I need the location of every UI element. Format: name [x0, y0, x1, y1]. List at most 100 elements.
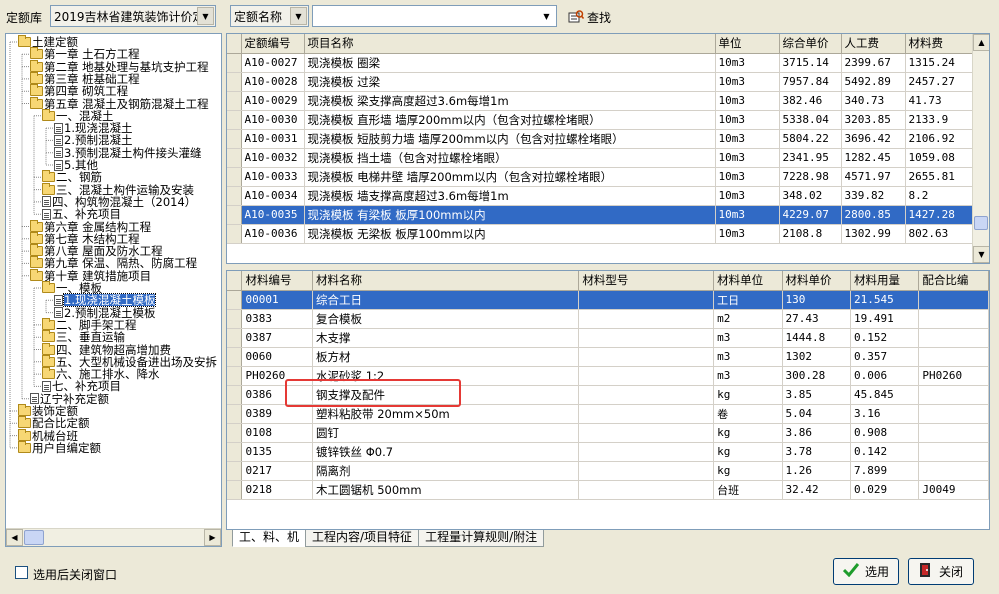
column-header[interactable]: 项目名称: [304, 34, 716, 54]
tree-node[interactable]: 2.预制混凝土: [54, 134, 132, 146]
column-header[interactable]: 配合比编: [918, 271, 989, 291]
table-cell[interactable]: 0383: [241, 309, 314, 329]
row-indicator[interactable]: [227, 91, 242, 111]
table-cell[interactable]: 10m3: [715, 91, 780, 111]
tree-node[interactable]: 机械台班: [18, 428, 78, 442]
table-row[interactable]: 0135 镀锌铁丝 Φ0.7 kg 3.78 0.142: [227, 442, 989, 462]
table-cell[interactable]: 339.82: [841, 186, 906, 206]
table-cell[interactable]: [578, 423, 715, 443]
table-cell[interactable]: 隔离剂: [312, 461, 580, 481]
table-cell[interactable]: 10m3: [715, 186, 780, 206]
table-cell[interactable]: 348.02: [779, 186, 842, 206]
table-cell[interactable]: 0217: [241, 461, 314, 481]
close-button[interactable]: 关闭: [908, 558, 974, 585]
table-cell[interactable]: 3.86: [782, 423, 851, 443]
row-indicator[interactable]: [227, 461, 243, 481]
table-cell[interactable]: 1444.8: [782, 328, 851, 348]
column-header[interactable]: 定额编号: [241, 34, 305, 54]
table-cell[interactable]: 1.26: [782, 461, 851, 481]
table-cell[interactable]: 10m3: [715, 110, 780, 130]
table-cell[interactable]: [578, 347, 715, 367]
tree-node[interactable]: 第一章 土石方工程: [30, 47, 140, 60]
tree-node[interactable]: 1.现浇混凝土: [54, 122, 132, 134]
table-cell[interactable]: 木工圆锯机 500mm: [312, 480, 580, 500]
tree-scroll-thumb[interactable]: [24, 530, 44, 545]
table-cell[interactable]: 现浇模板 墙支撑高度超过3.6m每增1m: [304, 186, 716, 206]
table-cell[interactable]: 现浇模板 过梁: [304, 72, 716, 92]
row-indicator[interactable]: [227, 480, 243, 500]
table-cell[interactable]: 0.357: [850, 347, 920, 367]
table-cell[interactable]: kg: [713, 461, 783, 481]
row-indicator[interactable]: [227, 224, 242, 244]
table-cell[interactable]: 0.908: [850, 423, 920, 443]
table-cell[interactable]: m2: [713, 309, 783, 329]
table-cell[interactable]: 5492.89: [841, 72, 906, 92]
table-cell[interactable]: 木支撑: [312, 328, 580, 348]
table-cell[interactable]: [918, 309, 989, 329]
table-cell[interactable]: m3: [713, 328, 783, 348]
table-cell[interactable]: 5.04: [782, 404, 851, 424]
tree-node[interactable]: 2.预制混凝土模板: [54, 307, 155, 319]
column-header[interactable]: 材料用量: [850, 271, 920, 291]
tree-node[interactable]: 用户自编定额: [18, 440, 101, 454]
table-cell[interactable]: 现浇模板 梁支撑高度超过3.6m每增1m: [304, 91, 716, 111]
tree-node[interactable]: 3.预制混凝土构件接头灌缝: [54, 147, 201, 159]
tab-1[interactable]: 工程内容/项目特征: [305, 530, 420, 547]
table-cell[interactable]: A10-0028: [241, 72, 305, 92]
column-header[interactable]: 材料编号: [241, 271, 314, 291]
table-cell[interactable]: 10m3: [715, 72, 780, 92]
table-cell[interactable]: 2457.27: [905, 72, 973, 92]
table-cell[interactable]: 复合模板: [312, 309, 580, 329]
row-indicator[interactable]: [227, 309, 243, 329]
table-row[interactable]: 0383 复合模板 m2 27.43 19.491: [227, 309, 989, 329]
tree-node[interactable]: 第五章 混凝土及钢筋混凝土工程: [30, 96, 209, 110]
scroll-right-icon[interactable]: ▶: [204, 529, 221, 546]
table-row[interactable]: A10-0032 现浇模板 挡土墙（包含对拉螺栓堵眼） 10m3 2341.95 128…: [227, 148, 973, 168]
table-cell[interactable]: [918, 290, 989, 310]
row-indicator[interactable]: [227, 110, 242, 130]
table-cell[interactable]: 7957.84: [779, 72, 842, 92]
table-cell[interactable]: kg: [713, 385, 783, 405]
tree-node[interactable]: 六、施工排水、降水: [42, 367, 160, 380]
table-cell[interactable]: 3.16: [850, 404, 920, 424]
table-row[interactable]: A10-0034 现浇模板 墙支撑高度超过3.6m每增1m 10m3 348.02 33…: [227, 186, 973, 206]
quota-vertical-scrollbar[interactable]: ▲ ▼: [972, 34, 989, 263]
table-cell[interactable]: kg: [713, 442, 783, 462]
table-cell[interactable]: [578, 290, 715, 310]
table-row[interactable]: A10-0028 现浇模板 过梁 10m3 7957.84 5492.89 2457.27: [227, 72, 973, 92]
table-cell[interactable]: [578, 385, 715, 405]
tree-node[interactable]: 装饰定额: [18, 404, 78, 417]
table-row[interactable]: A10-0036 现浇模板 无梁板 板厚100mm以内 10m3 2108.8 1302…: [227, 224, 973, 244]
table-cell[interactable]: 10m3: [715, 167, 780, 187]
tree-node[interactable]: 1.现浇混凝土模板: [54, 293, 157, 308]
table-cell[interactable]: 卷: [713, 404, 783, 424]
table-cell[interactable]: 0060: [241, 347, 314, 367]
table-cell[interactable]: [578, 404, 715, 424]
table-cell[interactable]: 台班: [713, 480, 783, 500]
row-indicator[interactable]: [227, 148, 242, 168]
scroll-left-icon[interactable]: ◀: [6, 529, 23, 546]
tree-node[interactable]: 一、模板: [42, 281, 102, 294]
chevron-down-icon[interactable]: ▼: [290, 7, 307, 25]
tree-node[interactable]: 辽宁补充定额: [30, 393, 109, 405]
table-cell[interactable]: 镀锌铁丝 Φ0.7: [312, 442, 580, 462]
row-indicator[interactable]: [227, 423, 243, 443]
tree-node[interactable]: 第七章 木结构工程: [30, 231, 140, 245]
table-row[interactable]: 0060 板方材 m3 1302 0.357: [227, 347, 989, 367]
table-cell[interactable]: A10-0032: [241, 148, 305, 168]
table-cell[interactable]: [578, 442, 715, 462]
table-cell[interactable]: 340.73: [841, 91, 906, 111]
table-cell[interactable]: [918, 385, 989, 405]
tree-node[interactable]: 五、大型机械设备进出场及安拆: [42, 354, 217, 368]
row-indicator[interactable]: [227, 404, 243, 424]
table-cell[interactable]: 10m3: [715, 148, 780, 168]
row-indicator[interactable]: [227, 290, 243, 310]
table-cell[interactable]: 10m3: [715, 205, 780, 225]
table-cell[interactable]: 10m3: [715, 224, 780, 244]
table-cell[interactable]: 45.845: [850, 385, 920, 405]
table-row[interactable]: A10-0035 现浇模板 有梁板 板厚100mm以内 10m3 4229.07 280…: [227, 205, 973, 225]
quota-grid[interactable]: 定额编号 项目名称 单位 综合单价 人工费 材料费 A10-0027 现浇模板 圈梁 10m3…: [226, 33, 990, 264]
table-cell[interactable]: [918, 347, 989, 367]
tree-node[interactable]: 第十章 建筑措施项目: [30, 268, 151, 282]
row-indicator[interactable]: [227, 167, 242, 187]
